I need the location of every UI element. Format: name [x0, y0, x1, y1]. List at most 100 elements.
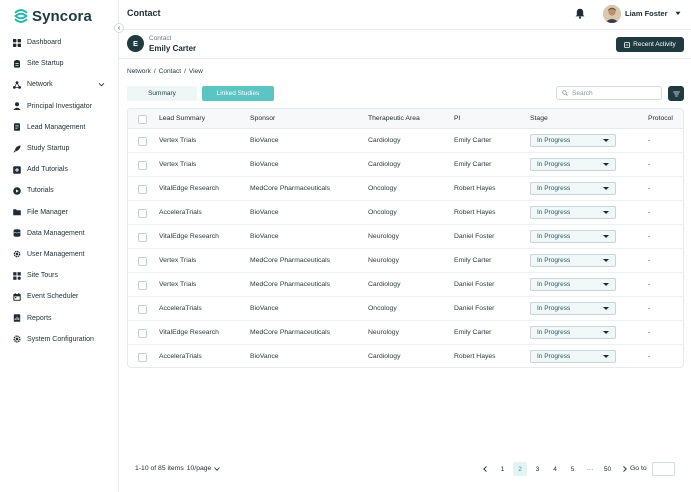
sidebar-item-site-startup[interactable]: Site Startup: [0, 53, 119, 74]
sidebar-item-add-tutorials[interactable]: Add Tutorials: [0, 159, 119, 180]
sidebar-item-label: Event Scheduler: [27, 293, 79, 301]
page-button[interactable]: 3: [531, 462, 545, 476]
row-checkbox[interactable]: [138, 232, 147, 242]
sidebar-item-reports[interactable]: Reports: [0, 307, 119, 328]
pagination-ellipsis: ···: [586, 465, 594, 473]
breadcrumb-network[interactable]: Network: [127, 68, 151, 75]
row-checkbox[interactable]: [138, 184, 147, 194]
table-row[interactable]: AcceleraTrials BioVance Cardiology Robert H…: [128, 345, 683, 367]
user-avatar[interactable]: [603, 5, 621, 23]
add-tutorial-icon: [13, 165, 21, 174]
cell-sponsor: MedCore Pharmaceuticals: [250, 257, 331, 264]
row-checkbox[interactable]: [138, 136, 147, 146]
filter-button[interactable]: [668, 86, 684, 101]
stage-select[interactable]: In Progress: [530, 301, 616, 315]
cell-sponsor: BioVance: [250, 137, 279, 144]
row-checkbox[interactable]: [138, 256, 147, 266]
sidebar-item-study-startup[interactable]: Study Startup: [0, 138, 119, 159]
stage-value: In Progress: [537, 160, 571, 168]
row-checkbox[interactable]: [138, 352, 147, 362]
notification-bell-icon[interactable]: [575, 8, 585, 19]
sidebar-item-label: Principal Investigator: [27, 102, 92, 110]
stage-select[interactable]: In Progress: [530, 229, 616, 243]
table-row[interactable]: VitalEdge Research BioVance Neurology Danie…: [128, 225, 683, 249]
cell-pi: Robert Hayes: [454, 209, 496, 216]
sidebar-collapse-button[interactable]: ‹: [114, 23, 124, 33]
row-checkbox[interactable]: [138, 328, 147, 338]
cell-therapeutic-area: Neurology: [368, 257, 399, 264]
column-header-therapeutic-area[interactable]: Therapeutic Area: [368, 115, 420, 122]
cell-lead-summary: AcceleraTrials: [159, 209, 202, 216]
sidebar-item-data-management[interactable]: Data Management: [0, 223, 119, 244]
sidebar-item-file-manager[interactable]: File Manager: [0, 202, 119, 223]
table-row[interactable]: AcceleraTrials BioVance Oncology Daniel Fos…: [128, 297, 683, 321]
sidebar-item-lead-management[interactable]: Lead Management: [0, 117, 119, 138]
stage-select[interactable]: In Progress: [530, 133, 616, 147]
chevron-down-icon[interactable]: [675, 11, 681, 16]
table-row[interactable]: AcceleraTrials BioVance Oncology Robert Hay…: [128, 201, 683, 225]
column-header-lead-summary[interactable]: Lead Summary: [159, 115, 205, 122]
sidebar: Syncora ‹ Dashboard Site Startup Network Pr…: [0, 0, 124, 492]
breadcrumb-contact[interactable]: Contact: [159, 68, 181, 75]
goto-page-input[interactable]: [652, 462, 675, 476]
stage-select[interactable]: In Progress: [530, 205, 616, 219]
cell-lead-summary: VitalEdge Research: [159, 329, 219, 336]
search-input[interactable]: [572, 89, 660, 97]
sidebar-item-principal-investigator[interactable]: Principal Investigator: [0, 96, 119, 117]
cell-pi: Emily Carter: [454, 257, 492, 264]
sidebar-item-tutorials[interactable]: Tutorials: [0, 180, 119, 201]
column-header-protocol[interactable]: Protocol: [648, 115, 673, 122]
brand-logo[interactable]: Syncora: [12, 6, 92, 26]
row-checkbox[interactable]: [138, 280, 147, 290]
site-tours-icon: [13, 271, 21, 280]
table-row[interactable]: VitalEdge Research MedCore Pharmaceutical…: [128, 177, 683, 201]
cell-lead-summary: Vertex Trials: [159, 257, 197, 264]
tab-summary[interactable]: Summary: [127, 86, 197, 101]
sidebar-nav: Dashboard Site Startup Network Principal In…: [0, 32, 119, 350]
user-name[interactable]: Liam Foster: [625, 9, 668, 18]
sidebar-item-dashboard[interactable]: Dashboard: [0, 32, 119, 53]
row-checkbox[interactable]: [138, 160, 147, 170]
row-checkbox[interactable]: [138, 208, 147, 218]
column-header-pi[interactable]: PI: [454, 115, 460, 122]
table-row[interactable]: VitalEdge Research MedCore Pharmaceutical…: [128, 321, 683, 345]
tab-linked-studies[interactable]: Linked Studies: [202, 86, 274, 101]
sidebar-item-user-management[interactable]: User Management: [0, 244, 119, 265]
stage-select[interactable]: In Progress: [530, 349, 616, 363]
stage-select[interactable]: In Progress: [530, 157, 616, 171]
prev-page-button[interactable]: [478, 462, 492, 476]
caret-down-icon: [603, 186, 609, 190]
row-checkbox[interactable]: [138, 304, 147, 314]
table-row[interactable]: Vertex Trials BioVance Cardiology Emily Car…: [128, 129, 683, 153]
activity-icon: [624, 41, 631, 48]
table-row[interactable]: Vertex Trials MedCore Pharmaceuticals Card…: [128, 273, 683, 297]
stage-select[interactable]: In Progress: [530, 181, 616, 195]
table-row[interactable]: Vertex Trials BioVance Cardiology Emily Car…: [128, 153, 683, 177]
stage-select[interactable]: In Progress: [530, 325, 616, 339]
column-header-sponsor[interactable]: Sponsor: [250, 115, 275, 122]
page-button[interactable]: 50: [601, 462, 615, 476]
chevron-down-icon[interactable]: [98, 81, 105, 88]
sidebar-item-system-configuration[interactable]: System Configuration: [0, 329, 119, 350]
cell-pi: Daniel Foster: [454, 233, 495, 240]
breadcrumb-separator: /: [184, 68, 186, 75]
select-all-checkbox[interactable]: [138, 114, 147, 124]
page-button[interactable]: 2: [513, 462, 527, 476]
stage-select[interactable]: In Progress: [530, 277, 616, 291]
sidebar-item-event-scheduler[interactable]: Event Scheduler: [0, 286, 119, 307]
stage-value: In Progress: [537, 280, 571, 288]
page-size-select[interactable]: 10/page: [187, 465, 221, 472]
page-button[interactable]: 5: [566, 462, 580, 476]
stage-select[interactable]: In Progress: [530, 253, 616, 267]
sidebar-item-site-tours[interactable]: Site Tours: [0, 265, 119, 286]
sidebar-item-network[interactable]: Network: [0, 74, 119, 95]
table-row[interactable]: Vertex Trials MedCore Pharmaceuticals Neur…: [128, 249, 683, 273]
page-button[interactable]: 1: [496, 462, 510, 476]
page-button[interactable]: 4: [548, 462, 562, 476]
stage-value: In Progress: [537, 304, 571, 312]
caret-down-icon: [603, 258, 609, 262]
column-header-stage[interactable]: Stage: [530, 115, 548, 122]
pagination: 1 2 3 4 5 ··· 50: [478, 462, 636, 476]
recent-activity-button[interactable]: Recent Activity: [616, 37, 684, 52]
cell-lead-summary: Vertex Trials: [159, 137, 197, 144]
